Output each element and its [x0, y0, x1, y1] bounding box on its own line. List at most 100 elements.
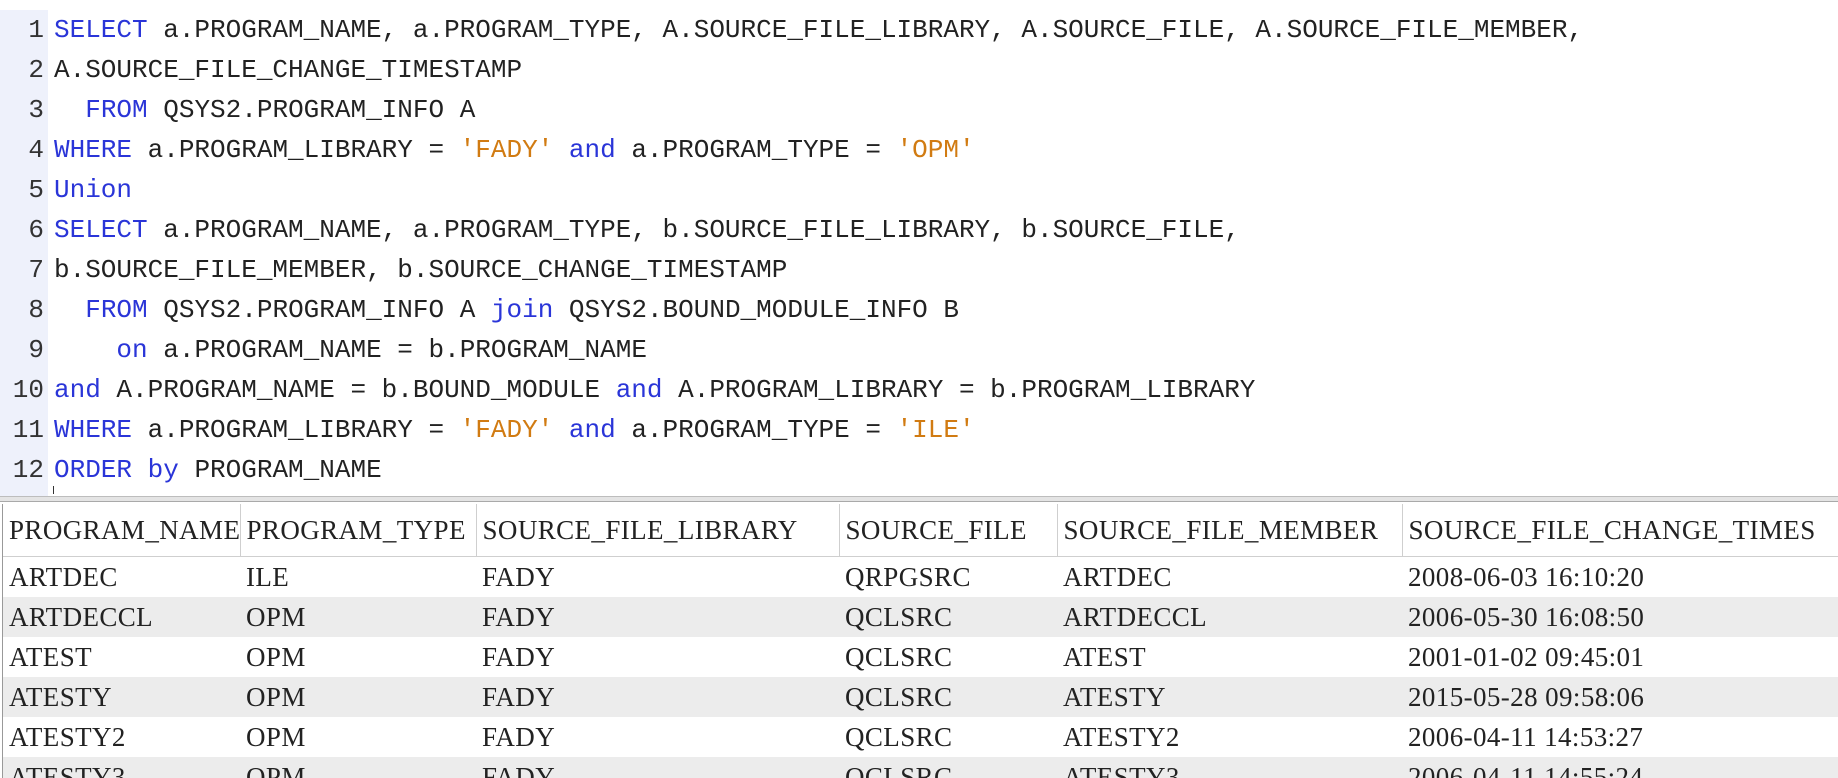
sql-text: QSYS2.PROGRAM_INFO A	[147, 95, 476, 125]
table-row[interactable]: ARTDECCL OPM FADY QCLSRC ARTDECCL 2006-05-30 …	[3, 597, 1838, 637]
sql-keyword: SELECT	[54, 15, 148, 45]
table-row[interactable]: ATEST OPM FADY QCLSRC ATEST 2001-01-02 09:45:…	[3, 637, 1838, 677]
table-cell[interactable]: ATESTY	[1057, 677, 1402, 717]
sql-keyword: and	[54, 375, 101, 405]
table-cell[interactable]: ILE	[240, 557, 476, 598]
line-number: 2	[28, 55, 44, 85]
line-number: 4	[28, 135, 44, 165]
table-row[interactable]: ATESTY3 OPM FADY QCLSRC ATESTY3 2006-04-11 14…	[3, 757, 1838, 778]
table-cell[interactable]: 2008-06-03 16:10:20	[1402, 557, 1838, 598]
line-number: 6	[28, 215, 44, 245]
table-cell[interactable]: ATESTY2	[1057, 717, 1402, 757]
table-cell[interactable]: ARTDEC	[1057, 557, 1402, 598]
code-line: FROM QSYS2.PROGRAM_INFO A	[54, 90, 475, 130]
column-header[interactable]: PROGRAM_NAME	[3, 504, 241, 557]
line-number: 9	[28, 335, 44, 365]
code-line: FROM QSYS2.PROGRAM_INFO A join QSYS2.BOU…	[54, 290, 959, 330]
column-header[interactable]: SOURCE_FILE_MEMBER	[1057, 504, 1403, 557]
table-cell[interactable]: QCLSRC	[839, 637, 1057, 677]
table-cell[interactable]: FADY	[476, 637, 839, 677]
sql-text: a.PROGRAM_NAME, a.PROGRAM_TYPE, A.SOURCE…	[147, 15, 1584, 45]
table-cell[interactable]: FADY	[476, 757, 839, 778]
table-cell[interactable]: OPM	[240, 597, 476, 637]
table-row[interactable]: ATESTY OPM FADY QCLSRC ATESTY 2015-05-28 09:5…	[3, 677, 1838, 717]
sql-keyword: and	[568, 135, 616, 165]
line-number: 12	[12, 455, 44, 485]
table-cell[interactable]: 2015-05-28 09:58:06	[1402, 677, 1838, 717]
sql-text: a.PROGRAM_NAME = b.PROGRAM_NAME	[147, 335, 647, 365]
table-cell[interactable]: OPM	[240, 677, 476, 717]
results-grid[interactable]: PROGRAM_NAME PROGRAM_TYPE SOURCE_FILE_LIBR…	[2, 504, 1838, 778]
table-cell[interactable]: 2006-04-11 14:55:24	[1402, 757, 1838, 778]
sql-string-literal: 'FADY'	[459, 135, 554, 165]
table-cell[interactable]: FADY	[476, 597, 839, 637]
table-cell[interactable]: ARTDECCL	[3, 597, 240, 637]
sql-keyword: on	[116, 335, 148, 365]
sql-keyword: and	[568, 415, 616, 445]
table-cell[interactable]: ATESTY3	[1057, 757, 1402, 778]
table-row[interactable]: ATESTY2 OPM FADY QCLSRC ATESTY2 2006-04-11 14…	[3, 717, 1838, 757]
sql-text: a.PROGRAM_TYPE =	[615, 415, 897, 445]
line-number: 7	[28, 255, 44, 285]
results-body: ARTDEC ILE FADY QRPGSRC ARTDEC 2008-06-03 16:…	[3, 557, 1838, 778]
line-number: 1	[28, 15, 44, 45]
sql-keyword: FROM	[85, 95, 148, 125]
sql-string-literal: 'OPM'	[896, 135, 975, 165]
sql-text: b.SOURCE_FILE_MEMBER, b.SOURCE_CHANGE_TI…	[54, 255, 788, 285]
table-row[interactable]: ARTDEC ILE FADY QRPGSRC ARTDEC 2008-06-03 16:…	[3, 557, 1838, 598]
code-line: on a.PROGRAM_NAME = b.PROGRAM_NAME	[54, 330, 647, 370]
column-header[interactable]: SOURCE_FILE_CHANGE_TIMES	[1402, 504, 1838, 557]
line-number: 10	[12, 375, 44, 405]
table-cell[interactable]: QCLSRC	[839, 677, 1057, 717]
column-header[interactable]: SOURCE_FILE_LIBRARY	[476, 504, 840, 557]
sql-text: PROGRAM_NAME	[178, 455, 382, 485]
table-cell[interactable]: FADY	[476, 717, 839, 757]
sql-keyword: by	[147, 455, 179, 485]
table-cell[interactable]: 2006-05-30 16:08:50	[1402, 597, 1838, 637]
table-cell[interactable]: ATESTY2	[3, 717, 240, 757]
table-cell[interactable]: ARTDECCL	[1057, 597, 1402, 637]
sql-text: A.PROGRAM_LIBRARY = b.PROGRAM_LIBRARY	[662, 375, 1256, 405]
table-cell[interactable]: ATESTY	[3, 677, 240, 717]
code-line: SELECT a.PROGRAM_NAME, a.PROGRAM_TYPE, A…	[54, 10, 1583, 50]
table-cell[interactable]: ARTDEC	[3, 557, 240, 598]
sql-keyword: WHERE	[54, 135, 133, 165]
column-header[interactable]: SOURCE_FILE	[839, 504, 1058, 557]
sql-text: a.PROGRAM_NAME, a.PROGRAM_TYPE, b.SOURCE…	[147, 215, 1240, 245]
table-cell[interactable]: OPM	[240, 757, 476, 778]
table-cell[interactable]: OPM	[240, 717, 476, 757]
line-number: 11	[12, 415, 44, 445]
sql-text: QSYS2.BOUND_MODULE_INFO B	[553, 295, 959, 325]
code-line: WHERE a.PROGRAM_LIBRARY = 'FADY' and a.P…	[54, 410, 975, 450]
column-header[interactable]: PROGRAM_TYPE	[240, 504, 477, 557]
sql-keyword: join	[490, 295, 554, 325]
code-line: and A.PROGRAM_NAME = b.BOUND_MODULE and …	[54, 370, 1255, 410]
line-number: 8	[28, 295, 44, 325]
table-cell[interactable]: FADY	[476, 557, 839, 598]
sql-editor[interactable]: 1 2 3 4 5 6 7 8 9 10 11 12 SELECT a.PROGRAM_NAME, a…	[0, 0, 1838, 496]
results-table: PROGRAM_NAME PROGRAM_TYPE SOURCE_FILE_LIBR…	[3, 504, 1838, 778]
code-line: WHERE a.PROGRAM_LIBRARY = 'FADY' and a.P…	[54, 130, 975, 170]
table-cell[interactable]: ATEST	[3, 637, 240, 677]
table-cell[interactable]: ATESTY3	[3, 757, 240, 778]
pane-splitter[interactable]	[0, 496, 1838, 502]
table-cell[interactable]: QCLSRC	[839, 597, 1057, 637]
text-caret	[53, 486, 54, 494]
table-cell[interactable]: ATEST	[1057, 637, 1402, 677]
sql-keyword: WHERE	[54, 415, 133, 445]
table-cell[interactable]: QRPGSRC	[839, 557, 1057, 598]
line-number-gutter: 1 2 3 4 5 6 7 8 9 10 11 12	[0, 10, 48, 496]
table-cell[interactable]: FADY	[476, 677, 839, 717]
sql-text: a.PROGRAM_TYPE =	[615, 135, 897, 165]
table-cell[interactable]: OPM	[240, 637, 476, 677]
table-cell[interactable]: QCLSRC	[839, 757, 1057, 778]
table-cell[interactable]: 2001-01-02 09:45:01	[1402, 637, 1838, 677]
sql-text: A.PROGRAM_NAME = b.BOUND_MODULE	[100, 375, 616, 405]
table-cell[interactable]: 2006-04-11 14:53:27	[1402, 717, 1838, 757]
table-cell[interactable]: QCLSRC	[839, 717, 1057, 757]
